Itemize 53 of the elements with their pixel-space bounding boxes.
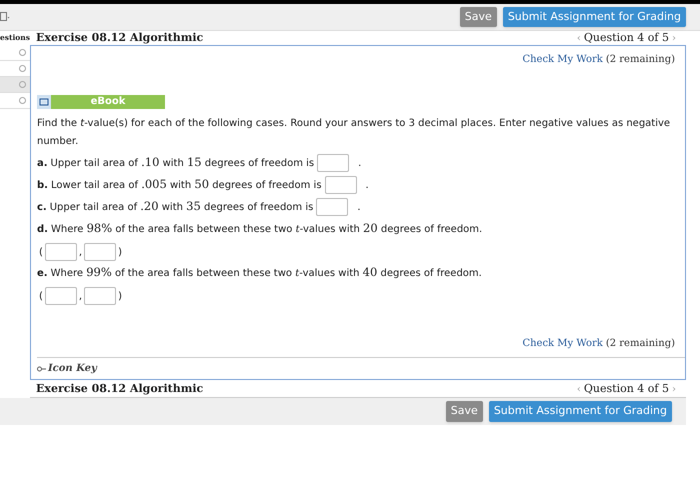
exercise-title: Exercise 08.12 Algorithmic	[36, 380, 204, 397]
status-circle-icon	[19, 97, 26, 104]
period-text: .	[357, 200, 361, 214]
part-label: d.	[37, 222, 48, 236]
period-text: .	[366, 178, 369, 192]
period-text: .	[358, 156, 362, 170]
exercise-title: Exercise 08.12 Algorithmic	[36, 30, 204, 46]
previous-arrow[interactable]: ‹	[576, 30, 581, 46]
key-icon	[37, 366, 46, 372]
part-label: b.	[37, 178, 48, 192]
book-icon[interactable]	[37, 95, 51, 109]
check-my-work-link[interactable]: Check My Work	[522, 52, 603, 67]
part-text: Where 99% of the area falls between these two t-values with 40 degrees of freedom.	[50, 264, 482, 282]
answer-field[interactable]	[84, 287, 116, 305]
save-button[interactable]: Save	[460, 6, 497, 28]
status-circle-icon	[19, 49, 26, 56]
previous-arrow[interactable]: ‹	[576, 382, 581, 396]
question-counter: Question 4 of 5	[584, 380, 669, 397]
answer-field[interactable]	[44, 287, 77, 305]
ebook-button[interactable]: eBook	[51, 95, 165, 109]
part-label: c.	[37, 200, 47, 214]
open-paren: (	[39, 246, 43, 260]
submit-button[interactable]: Submit Assignment for Grading	[488, 401, 672, 422]
document-icon[interactable]	[0, 12, 10, 22]
answer-field[interactable]	[324, 176, 357, 194]
icon-key-label[interactable]: Icon Key	[48, 361, 97, 376]
status-circle-icon	[19, 81, 26, 88]
check-my-work-link[interactable]: Check My Work	[522, 336, 603, 351]
next-arrow[interactable]: ›	[672, 30, 676, 46]
close-paren: )	[118, 246, 122, 260]
remaining-note: (2 remaining)	[606, 337, 675, 351]
comma-text: ,	[78, 246, 82, 260]
comma-text: ,	[78, 290, 82, 304]
part-text: Upper tail area of .10 with 15 degrees of freedom is	[50, 154, 314, 172]
part-label: a.	[37, 156, 48, 170]
status-circle-icon	[19, 65, 26, 72]
save-button[interactable]: Save	[446, 401, 483, 422]
next-arrow[interactable]: ›	[672, 382, 676, 396]
submit-button[interactable]: Submit Assignment for Grading	[502, 6, 686, 28]
close-paren: )	[118, 290, 122, 304]
answer-field[interactable]	[44, 243, 77, 261]
answer-field[interactable]	[317, 154, 350, 172]
part-text: Where 98% of the area falls between these two t-values with 20 degrees of freedom.	[50, 220, 482, 238]
instructions-text: Find the t-value(s) for each of the following cases. Round your answers to 3 decimal places. Enter negative values as negative number.	[37, 117, 672, 149]
part-label: e.	[37, 266, 48, 280]
part-text: Upper tail area of .20 with 35 degrees of freedom is	[50, 198, 314, 216]
answer-field[interactable]	[316, 198, 348, 216]
part-text: Lower tail area of .005 with 50 degrees of freedom is	[50, 176, 322, 194]
question-row[interactable]	[0, 77, 30, 93]
answer-field[interactable]	[84, 243, 116, 261]
remaining-note: (2 remaining)	[606, 53, 675, 67]
question-counter: Question 4 of 5	[584, 30, 669, 46]
open-paren: (	[39, 290, 43, 304]
